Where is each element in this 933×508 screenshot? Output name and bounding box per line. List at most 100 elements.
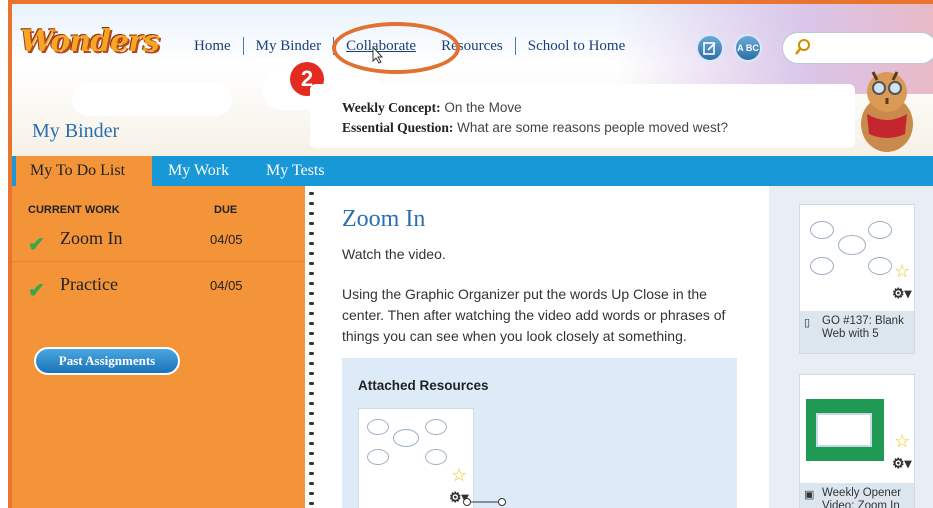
question-value: What are some reasons people moved west? <box>457 120 729 135</box>
todo-item-due: 04/05 <box>210 278 243 293</box>
todo-panel: CURRENT WORK DUE ✔ Zoom In 04/05 ✔ Pract… <box>12 186 305 508</box>
star-icon[interactable]: ☆ <box>894 431 910 452</box>
graphic-organizer-thumbnail <box>425 419 447 435</box>
spiral-hole <box>309 322 314 325</box>
lesson-instruction: Watch the video. <box>342 246 446 262</box>
spiral-hole <box>309 492 314 495</box>
tab-my-to-do-list[interactable]: My To Do List <box>16 156 152 186</box>
app-frame: Wonders Home My Binder Collaborate Resou… <box>8 0 933 508</box>
todo-item-due: 04/05 <box>210 232 243 247</box>
spiral-hole <box>309 402 314 405</box>
spiral-hole <box>309 202 314 205</box>
graphic-organizer-thumbnail <box>810 221 834 239</box>
search-icon <box>795 38 811 61</box>
spiral-hole <box>309 452 314 455</box>
resource-card[interactable]: ☆ ⚙▾ <box>358 408 474 508</box>
todo-item-name[interactable]: Zoom In <box>60 228 123 249</box>
spiral-hole <box>309 392 314 395</box>
spiral-hole <box>309 342 314 345</box>
current-work-header: CURRENT WORK <box>28 204 120 216</box>
tab-my-work[interactable]: My Work <box>154 156 243 186</box>
past-assignments-button[interactable]: Past Assignments <box>34 347 180 375</box>
spiral-hole <box>309 222 314 225</box>
search-input[interactable] <box>782 32 933 64</box>
todo-item[interactable]: ✔ Practice 04/05 <box>12 266 305 308</box>
attached-resources-panel: Attached Resources ☆ ⚙▾ <box>342 358 737 508</box>
annotation-highlight-ring <box>332 22 460 74</box>
spiral-hole <box>309 192 314 195</box>
abc-glossary-icon[interactable]: A BC <box>734 34 762 62</box>
lesson-content: Zoom In Watch the video. Using the Graph… <box>319 186 769 508</box>
spiral-hole <box>309 482 314 485</box>
graphic-organizer-thumbnail <box>810 257 834 275</box>
spiral-hole <box>309 242 314 245</box>
binder-tabs: My To Do List My Work My Tests <box>12 156 933 186</box>
mouse-cursor-icon <box>372 46 384 64</box>
video-file-icon: ▣ <box>804 489 815 501</box>
star-icon[interactable]: ☆ <box>451 465 467 486</box>
weekly-concept-panel: Weekly Concept: On the Move Essential Qu… <box>310 84 855 148</box>
tab-my-tests[interactable]: My Tests <box>252 156 339 186</box>
resource-card[interactable]: ☆ ⚙▾ ▯ GO #137: Blank Web with 5 <box>799 204 915 354</box>
spiral-hole <box>309 352 314 355</box>
spiral-hole <box>309 422 314 425</box>
graphic-organizer-thumbnail <box>367 419 389 435</box>
attached-resources-title: Attached Resources <box>358 378 489 393</box>
concept-label: Weekly Concept: <box>342 100 441 115</box>
resource-card[interactable]: ☆ ⚙▾ ▣ Weekly Opener Video: Zoom In <box>799 374 915 508</box>
lesson-description: Using the Graphic Organizer put the word… <box>342 286 726 344</box>
todo-item[interactable]: ✔ Zoom In 04/05 <box>12 220 305 262</box>
lesson-title: Zoom In <box>342 206 426 232</box>
due-header: DUE <box>214 204 238 216</box>
checkmark-icon: ✔ <box>28 280 45 302</box>
graphic-organizer-thumbnail <box>393 429 419 447</box>
spiral-hole <box>309 302 314 305</box>
cloud-decoration <box>72 82 232 116</box>
spiral-hole <box>309 372 314 375</box>
spiral-hole <box>309 292 314 295</box>
video-screen <box>816 413 872 447</box>
graphic-organizer-thumbnail <box>868 221 892 239</box>
nav-my-binder[interactable]: My Binder <box>244 38 333 55</box>
spiral-hole <box>309 252 314 255</box>
video-thumbnail <box>806 399 884 461</box>
spiral-hole <box>309 312 314 315</box>
spiral-hole <box>309 382 314 385</box>
pdf-file-icon: ▯ <box>804 317 811 329</box>
spiral-hole <box>309 362 314 365</box>
gear-icon[interactable]: ⚙▾ <box>892 455 912 472</box>
spiral-hole <box>309 212 314 215</box>
spiral-hole <box>309 432 314 435</box>
question-label: Essential Question: <box>342 120 454 135</box>
checkmark-icon: ✔ <box>28 234 45 256</box>
resource-caption: ▯ GO #137: Blank Web with 5 <box>800 311 914 353</box>
spiral-hole <box>309 332 314 335</box>
resources-sidebar: ☆ ⚙▾ ▯ GO #137: Blank Web with 5 ☆ ⚙▾ ▣ … <box>769 186 933 508</box>
edit-notebook-icon[interactable] <box>696 34 724 62</box>
todo-item-name[interactable]: Practice <box>60 274 118 295</box>
spiral-hole <box>309 462 314 465</box>
nav-school-to-home[interactable]: School to Home <box>516 38 638 55</box>
nav-home[interactable]: Home <box>182 38 243 55</box>
resource-caption-text: GO #137: Blank Web with 5 <box>822 315 904 340</box>
spiral-hole <box>309 232 314 235</box>
gear-icon[interactable]: ⚙▾ <box>892 285 912 302</box>
graphic-organizer-thumbnail <box>425 449 447 465</box>
graphic-organizer-thumbnail <box>838 235 866 255</box>
carousel-pager[interactable] <box>462 497 512 507</box>
spiral-hole <box>309 272 314 275</box>
header: Wonders Home My Binder Collaborate Resou… <box>12 4 933 156</box>
concept-value: On the Move <box>444 100 522 115</box>
graphic-organizer-thumbnail <box>367 449 389 465</box>
page-title: My Binder <box>32 120 120 142</box>
tiger-mascot <box>861 71 913 152</box>
spiral-binding <box>305 186 319 508</box>
resource-caption-text: Weekly Opener Video: Zoom In <box>822 487 902 508</box>
wonders-logo[interactable]: Wonders <box>20 24 160 59</box>
star-icon[interactable]: ☆ <box>894 261 910 282</box>
spiral-hole <box>309 502 314 505</box>
spiral-hole <box>309 472 314 475</box>
resource-caption: ▣ Weekly Opener Video: Zoom In <box>800 483 914 508</box>
spiral-hole <box>309 282 314 285</box>
spiral-hole <box>309 442 314 445</box>
